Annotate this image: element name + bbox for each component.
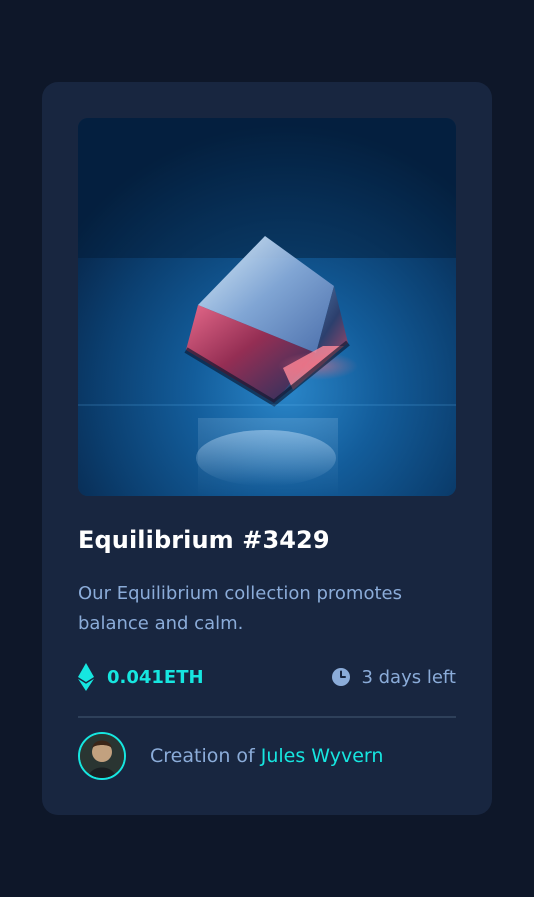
price-value: 0.041ETH	[107, 666, 204, 688]
ethereum-icon	[78, 663, 94, 691]
time-left-text: 3 days left	[361, 666, 456, 688]
creator-row: Creation of Jules Wyvern	[78, 731, 383, 781]
creator-prefix: Creation of	[150, 745, 255, 767]
price-info: 0.041ETH	[78, 662, 204, 692]
crystal-cube-artwork	[78, 118, 456, 496]
divider	[78, 716, 456, 718]
nft-description: Our Equilibrium collection promotes bala…	[78, 583, 402, 634]
nft-title[interactable]: Equilibrium #3429	[78, 526, 330, 554]
avatar	[78, 732, 126, 780]
time-left-info: 3 days left	[331, 662, 456, 692]
nft-card: Equilibrium #3429 Our Equilibrium collec…	[42, 82, 492, 815]
meta-row: 0.041ETH 3 days left	[78, 662, 456, 692]
clock-icon	[331, 667, 351, 687]
creator-name-link[interactable]: Jules Wyvern	[261, 745, 384, 767]
nft-preview-image[interactable]	[78, 118, 456, 496]
